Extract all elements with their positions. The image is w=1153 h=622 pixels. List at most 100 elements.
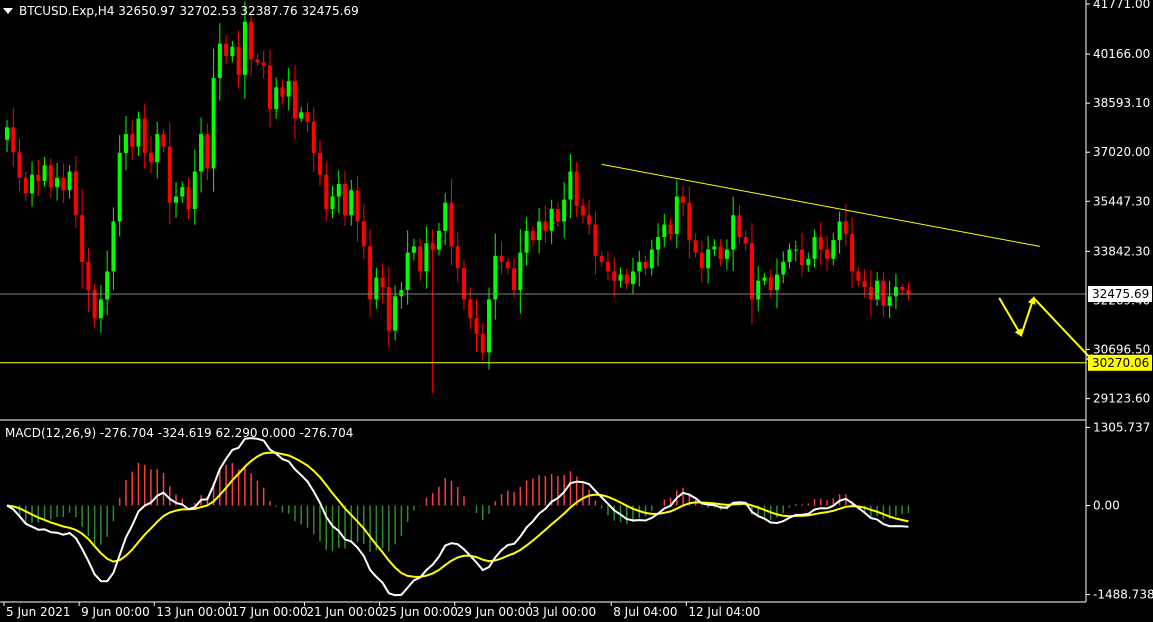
macd-tick-label: 0.00 <box>1093 499 1120 513</box>
candle-body <box>668 224 673 234</box>
candle-body <box>205 134 210 169</box>
candle-body <box>624 274 629 284</box>
candle-body <box>605 262 610 272</box>
candle-body <box>305 112 310 122</box>
candle-body <box>461 268 466 300</box>
candle-body <box>574 171 579 206</box>
candle-body <box>555 208 560 222</box>
symbol-info: BTCUSD.Exp,H4 32650.97 32702.53 32387.76… <box>19 4 359 18</box>
candle-body <box>61 177 66 191</box>
bid-price-label: 32475.69 <box>1092 287 1149 301</box>
candle-body <box>42 165 47 181</box>
candle-body <box>111 221 116 272</box>
candle-body <box>393 296 398 331</box>
candle-body <box>361 221 366 247</box>
candle-body <box>768 277 773 291</box>
trading-chart[interactable]: 41771.00 40166.00 38593.10 37020.00 35447.30… <box>0 0 1153 622</box>
candle-body <box>618 274 623 281</box>
candle-body <box>405 252 410 291</box>
time-tick-label: 12 Jul 04:00 <box>688 605 760 619</box>
candle-body <box>161 134 166 147</box>
macd-tick-label: -1488.738 <box>1093 588 1153 602</box>
candle-body <box>681 196 686 203</box>
price-tick-label: 30696.50 <box>1093 342 1150 356</box>
candle-body <box>117 152 122 222</box>
candle-body <box>449 202 454 247</box>
candle-body <box>274 87 279 110</box>
candle-body <box>868 286 873 300</box>
candle-body <box>343 184 348 216</box>
candle-body <box>787 249 792 263</box>
candle-body <box>593 224 598 256</box>
candle-body <box>217 43 222 78</box>
price-tick-label: 41771.00 <box>1093 0 1150 11</box>
candle-body <box>587 215 592 225</box>
candle-body <box>174 196 179 203</box>
candle-body <box>505 262 510 269</box>
candle-body <box>142 118 147 153</box>
candle-body <box>543 221 548 231</box>
candle-body <box>862 280 867 287</box>
candle-body <box>443 202 448 231</box>
candle-body <box>781 262 786 275</box>
candle-body <box>774 274 779 291</box>
candle-body <box>731 215 736 250</box>
candle-body <box>724 249 729 259</box>
support-price-label: 30270.06 <box>1092 356 1149 370</box>
time-tick-label: 9 Jun 00:00 <box>81 605 150 619</box>
candle-body <box>480 333 485 353</box>
candle-body <box>380 277 385 287</box>
candle-body <box>737 215 742 238</box>
candle-body <box>261 62 266 66</box>
candle-body <box>568 171 573 200</box>
candle-body <box>355 190 360 222</box>
candle-body <box>656 237 661 250</box>
candle-body <box>330 196 335 209</box>
candle-body <box>148 152 153 163</box>
candle-body <box>48 165 53 188</box>
candle-body <box>893 286 898 297</box>
candle-body <box>211 77 216 169</box>
candle-body <box>430 243 435 250</box>
candle-body <box>180 187 185 197</box>
candle-body <box>418 246 423 272</box>
candle-body <box>455 246 460 269</box>
candle-body <box>743 237 748 244</box>
candle-body <box>224 43 229 57</box>
candle-body <box>843 221 848 234</box>
candle-body <box>693 240 698 253</box>
candle-body <box>86 262 91 291</box>
candle-body <box>712 246 717 250</box>
candle-body <box>98 299 103 319</box>
candle-body <box>292 81 297 119</box>
candle-body <box>831 240 836 259</box>
candle-body <box>80 215 85 263</box>
candle-body <box>549 208 554 231</box>
candle-body <box>230 46 235 57</box>
candle-body <box>837 221 842 241</box>
time-tick-label: 5 Jun 2021 <box>6 605 71 619</box>
candle-body <box>499 255 504 263</box>
time-tick-label: 21 Jun 00:00 <box>306 605 382 619</box>
candle-body <box>311 121 316 153</box>
candle-body <box>580 205 585 216</box>
candle-body <box>167 146 172 203</box>
candle-body <box>493 255 498 300</box>
time-tick-label: 13 Jun 00:00 <box>156 605 232 619</box>
candle-body <box>192 171 197 209</box>
price-tick-label: 37020.00 <box>1093 145 1150 159</box>
candle-body <box>612 271 617 281</box>
candle-body <box>468 299 473 319</box>
candle-body <box>236 46 241 75</box>
price-tick-label: 29123.60 <box>1093 392 1150 406</box>
candle-body <box>756 280 761 300</box>
candle-body <box>36 174 41 181</box>
candle-body <box>349 190 354 216</box>
candle-body <box>631 271 635 284</box>
candle-body <box>199 134 204 172</box>
candle-body <box>825 249 830 259</box>
candle-body <box>706 249 711 269</box>
macd-indicator-label: MACD(12,26,9) -276.704 -324.619 62.290 0… <box>5 426 353 440</box>
candle-body <box>255 59 260 63</box>
price-tick-label: 35447.30 <box>1093 194 1150 208</box>
